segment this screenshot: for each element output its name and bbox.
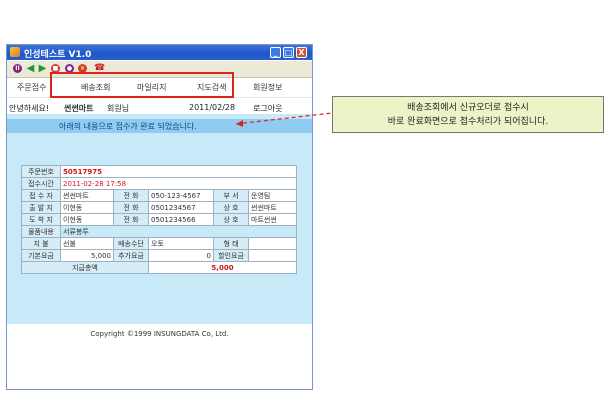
- callout-line-1: 배송조회에서 신규오더로 접수시: [407, 103, 529, 113]
- callout-connector: [235, 112, 333, 127]
- annotation-callout: 배송조회에서 신규오더로 접수시 바로 완료화면으로 접수처리가 되어집니다.: [332, 96, 604, 133]
- callout-line-2: 바로 완료화면으로 접수처리가 되어집니다.: [387, 117, 549, 127]
